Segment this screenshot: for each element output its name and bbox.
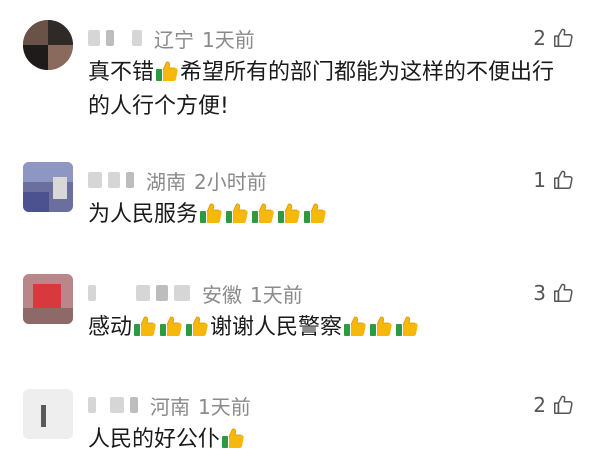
username-redacted[interactable]	[108, 172, 120, 188]
username-redacted[interactable]	[126, 172, 134, 188]
comment-region: 湖南	[146, 169, 186, 194]
comment-time: 1天前	[202, 27, 255, 52]
thumbs-up-emoji-icon	[221, 426, 245, 450]
comment-text: 为人民服务	[88, 198, 328, 232]
thumbs-up-emoji-icon	[303, 201, 327, 225]
like-count: 1	[533, 168, 546, 192]
comment-list: 辽宁 1天前 2 真不错 希望所有的部门都能为这样的不便出行 的人行个方便! 湖南…	[0, 0, 600, 467]
username-redacted[interactable]	[132, 30, 142, 46]
comment-text-part: 为人民服务	[88, 202, 199, 227]
comment-text: 感动 谢谢人民警察	[88, 311, 420, 345]
comment-text-part: 谢谢人民警察	[210, 315, 343, 340]
comment-time: 1天前	[250, 282, 303, 307]
thumbs-up-emoji-icon	[369, 314, 393, 338]
comment-item: 辽宁 1天前 2 真不错 希望所有的部门都能为这样的不便出行 的人行个方便!	[0, 0, 600, 150]
comment-item: 安徽 1天前 3 感动 谢谢人民警察	[0, 260, 600, 375]
comment-region: 辽宁	[154, 27, 194, 52]
thumbs-up-outline-icon	[552, 27, 574, 49]
username-redacted[interactable]	[88, 172, 102, 188]
like-button[interactable]: 3	[533, 280, 574, 306]
thumbs-up-emoji-icon	[343, 314, 367, 338]
comment-text-part: 真不错	[88, 60, 155, 85]
username-redacted[interactable]	[110, 397, 124, 413]
like-button[interactable]: 2	[533, 392, 574, 418]
avatar[interactable]	[23, 20, 73, 70]
thumbs-up-emoji-icon	[251, 201, 275, 225]
comment-text: 人民的好公仆	[88, 423, 246, 457]
thumbs-up-emoji-icon	[395, 314, 419, 338]
comment-item: 河南 1天前 2 人民的好公仆	[0, 375, 600, 467]
avatar[interactable]	[23, 389, 73, 439]
comment-text-part: 的人行个方便!	[88, 94, 229, 119]
username-redacted[interactable]	[88, 30, 100, 46]
like-count: 2	[533, 393, 546, 417]
username-redacted[interactable]	[88, 397, 96, 413]
thumbs-up-emoji-icon	[277, 201, 301, 225]
comment-meta: 辽宁 1天前	[88, 25, 255, 52]
comment-meta: 河南 1天前	[88, 392, 251, 419]
like-button[interactable]: 2	[533, 25, 574, 51]
thumbs-up-outline-icon	[552, 282, 574, 304]
comment-text: 真不错 希望所有的部门都能为这样的不便出行 的人行个方便!	[88, 56, 554, 124]
comment-meta: 安徽 1天前	[88, 280, 303, 307]
comment-region: 河南	[150, 394, 190, 419]
avatar[interactable]	[23, 162, 73, 212]
thumbs-up-emoji-icon	[133, 314, 157, 338]
comment-text-part: 希望所有的部门都能为这样的不便出行	[180, 60, 555, 85]
username-redacted[interactable]	[174, 285, 190, 301]
thumbs-up-emoji-icon	[199, 201, 223, 225]
comment-region: 安徽	[202, 282, 242, 307]
thumbs-up-emoji-icon	[155, 59, 179, 83]
comment-item: 湖南 2小时前 1 为人民服务	[0, 150, 600, 260]
comment-meta: 湖南 2小时前	[88, 167, 267, 194]
thumbs-up-emoji-icon	[185, 314, 209, 338]
username-redacted[interactable]	[136, 285, 150, 301]
like-button[interactable]: 1	[533, 167, 574, 193]
username-redacted[interactable]	[106, 30, 114, 46]
like-count: 2	[533, 26, 546, 50]
like-count: 3	[533, 281, 546, 305]
thumbs-up-emoji-icon	[159, 314, 183, 338]
comment-text-part: 人民的好公仆	[88, 427, 221, 452]
comment-time: 1天前	[198, 394, 251, 419]
thumbs-up-outline-icon	[552, 394, 574, 416]
username-redacted[interactable]	[156, 285, 168, 301]
thumbs-up-outline-icon	[552, 169, 574, 191]
thumbs-up-emoji-icon	[225, 201, 249, 225]
comment-time: 2小时前	[194, 169, 267, 194]
comment-text-part: 感动	[88, 315, 133, 340]
username-redacted[interactable]	[130, 397, 138, 413]
avatar[interactable]	[23, 274, 73, 324]
username-redacted[interactable]	[88, 285, 96, 301]
